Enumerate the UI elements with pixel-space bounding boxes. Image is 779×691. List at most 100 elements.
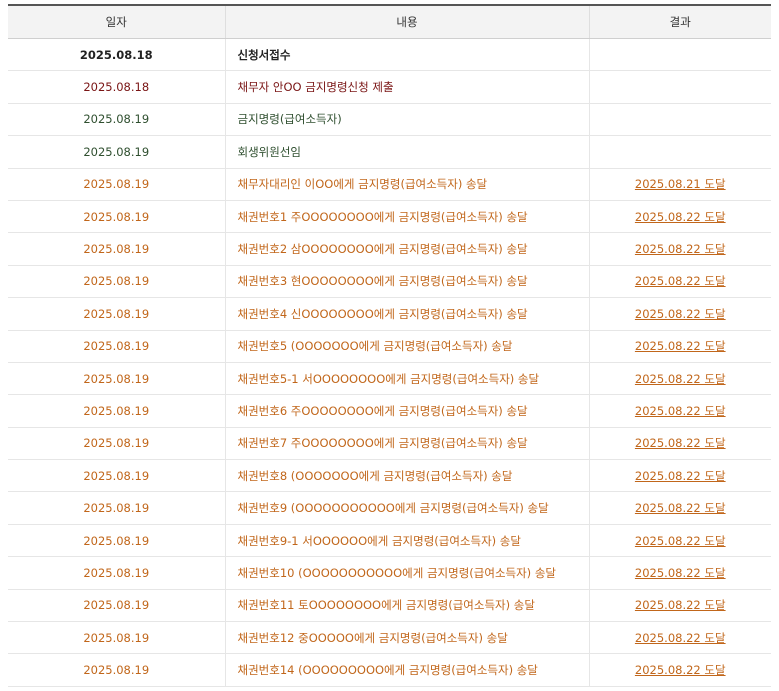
row-content: 회생위원선임 bbox=[224, 135, 589, 169]
row-result-cell: 2025.08.22 도달 bbox=[588, 394, 771, 428]
delivery-result-link[interactable]: 2025.08.22 도달 bbox=[635, 631, 726, 645]
delivery-result-link[interactable]: 2025.08.22 도달 bbox=[635, 404, 726, 418]
row-content: 채권번호1 주OOOOOOOO에게 금지명령(급여소득자) 송달 bbox=[224, 200, 589, 234]
row-date: 2025.08.19 bbox=[8, 135, 225, 169]
table-row: 2025.08.19 금지명령(급여소득자) bbox=[8, 103, 771, 137]
row-date: 2025.08.19 bbox=[8, 556, 225, 590]
row-content: 채무자대리인 이OO에게 금지명령(급여소득자) 송달 bbox=[224, 168, 589, 201]
row-content: 채권번호9-1 서OOOOOO에게 금지명령(급여소득자) 송달 bbox=[224, 524, 589, 558]
table-row: 2025.08.18 신청서접수 bbox=[8, 38, 771, 72]
row-result-cell: 2025.08.22 도달 bbox=[588, 330, 771, 363]
row-result-cell: 2025.08.22 도달 bbox=[588, 362, 771, 396]
row-date: 2025.08.18 bbox=[8, 38, 225, 72]
table-row: 2025.08.19 채권번호4 신OOOOOOOO에게 금지명령(급여소득자) … bbox=[8, 297, 771, 331]
row-date: 2025.08.19 bbox=[8, 362, 225, 396]
row-content: 채권번호9 (OOOOOOOOOOO에게 금지명령(급여소득자) 송달 bbox=[224, 491, 589, 525]
row-date: 2025.08.19 bbox=[8, 265, 225, 299]
delivery-result-link[interactable]: 2025.08.22 도달 bbox=[635, 566, 726, 580]
row-content: 채권번호2 삼OOOOOOOO에게 금지명령(급여소득자) 송달 bbox=[224, 232, 589, 266]
delivery-result-link[interactable]: 2025.08.22 도달 bbox=[635, 469, 726, 483]
delivery-result-link[interactable]: 2025.08.22 도달 bbox=[635, 501, 726, 515]
row-date: 2025.08.19 bbox=[8, 491, 225, 525]
delivery-result-link[interactable]: 2025.08.22 도달 bbox=[635, 598, 726, 612]
table-row: 2025.08.19 채권번호6 주OOOOOOOO에게 금지명령(급여소득자) … bbox=[8, 394, 771, 428]
row-date: 2025.08.19 bbox=[8, 589, 225, 623]
row-content: 채권번호3 현OOOOOOOO에게 금지명령(급여소득자) 송달 bbox=[224, 265, 589, 299]
row-date: 2025.08.19 bbox=[8, 621, 225, 655]
row-date: 2025.08.19 bbox=[8, 394, 225, 428]
header-result: 결과 bbox=[588, 4, 771, 39]
row-content: 채권번호8 (OOOOOOO에게 금지명령(급여소득자) 송달 bbox=[224, 459, 589, 493]
case-history-panel: 일자 내용 결과 2025.08.18 신청서접수 2025.08.18 채무자 안O… bbox=[8, 4, 771, 687]
delivery-result-link[interactable]: 2025.08.22 도달 bbox=[635, 242, 726, 256]
table-row: 2025.08.19 채권번호5-1 서OOOOOOOO에게 금지명령(급여소득자… bbox=[8, 362, 771, 396]
table-row: 2025.08.19 채권번호11 토OOOOOOOO에게 금지명령(급여소득자)… bbox=[8, 589, 771, 623]
row-result-cell: 2025.08.22 도달 bbox=[588, 427, 771, 461]
row-date: 2025.08.19 bbox=[8, 232, 225, 266]
header-date: 일자 bbox=[8, 4, 225, 39]
row-date: 2025.08.19 bbox=[8, 200, 225, 234]
row-date: 2025.08.19 bbox=[8, 653, 225, 687]
delivery-result-link[interactable]: 2025.08.22 도달 bbox=[635, 534, 726, 548]
table-row: 2025.08.19 채권번호5 (OOOOOOO에게 금지명령(급여소득자) 송… bbox=[8, 330, 771, 363]
row-result-cell bbox=[588, 38, 771, 72]
row-content: 채권번호12 중OOOOO에게 금지명령(급여소득자) 송달 bbox=[224, 621, 589, 655]
table-row: 2025.08.19 채권번호10 (OOOOOOOOOOO에게 금지명령(급여소… bbox=[8, 556, 771, 590]
row-result-cell: 2025.08.22 도달 bbox=[588, 297, 771, 331]
table-row: 2025.08.19 채권번호14 (OOOOOOOOO에게 금지명령(급여소득자… bbox=[8, 653, 771, 687]
row-date: 2025.08.19 bbox=[8, 168, 225, 201]
delivery-result-link[interactable]: 2025.08.22 도달 bbox=[635, 436, 726, 450]
row-result-cell: 2025.08.22 도달 bbox=[588, 621, 771, 655]
table-row: 2025.08.19 채권번호8 (OOOOOOO에게 금지명령(급여소득자) 송… bbox=[8, 459, 771, 493]
row-date: 2025.08.19 bbox=[8, 103, 225, 137]
header-row: 일자 내용 결과 bbox=[8, 4, 771, 39]
row-result-cell: 2025.08.21 도달 bbox=[588, 168, 771, 201]
row-content: 채권번호14 (OOOOOOOOO에게 금지명령(급여소득자) 송달 bbox=[224, 653, 589, 687]
row-content: 채권번호6 주OOOOOOOO에게 금지명령(급여소득자) 송달 bbox=[224, 394, 589, 428]
delivery-result-link[interactable]: 2025.08.22 도달 bbox=[635, 339, 726, 353]
table-row: 2025.08.19 채권번호1 주OOOOOOOO에게 금지명령(급여소득자) … bbox=[8, 200, 771, 234]
delivery-result-link[interactable]: 2025.08.21 도달 bbox=[635, 177, 726, 191]
table-row: 2025.08.19 채권번호12 중OOOOO에게 금지명령(급여소득자) 송달… bbox=[8, 621, 771, 655]
row-content: 채권번호7 주OOOOOOOO에게 금지명령(급여소득자) 송달 bbox=[224, 427, 589, 461]
row-result-cell bbox=[588, 103, 771, 137]
row-content: 채권번호10 (OOOOOOOOOOO에게 금지명령(급여소득자) 송달 bbox=[224, 556, 589, 590]
delivery-result-link[interactable]: 2025.08.22 도달 bbox=[635, 210, 726, 224]
row-result-cell: 2025.08.22 도달 bbox=[588, 556, 771, 590]
row-result-cell: 2025.08.22 도달 bbox=[588, 589, 771, 623]
header-content: 내용 bbox=[224, 4, 589, 39]
row-date: 2025.08.19 bbox=[8, 459, 225, 493]
delivery-result-link[interactable]: 2025.08.22 도달 bbox=[635, 307, 726, 321]
row-result-cell bbox=[588, 135, 771, 169]
row-content: 채권번호4 신OOOOOOOO에게 금지명령(급여소득자) 송달 bbox=[224, 297, 589, 331]
table-row: 2025.08.19 채권번호2 삼OOOOOOOO에게 금지명령(급여소득자) … bbox=[8, 232, 771, 266]
row-date: 2025.08.18 bbox=[8, 70, 225, 104]
table-header: 일자 내용 결과 bbox=[8, 4, 771, 39]
row-result-cell bbox=[588, 70, 771, 104]
row-content: 채권번호5-1 서OOOOOOOO에게 금지명령(급여소득자) 송달 bbox=[224, 362, 589, 396]
table-row: 2025.08.18 채무자 안OO 금지명령신청 제출 bbox=[8, 70, 771, 104]
row-date: 2025.08.19 bbox=[8, 297, 225, 331]
table-row: 2025.08.19 채권번호3 현OOOOOOOO에게 금지명령(급여소득자) … bbox=[8, 265, 771, 299]
row-result-cell: 2025.08.22 도달 bbox=[588, 200, 771, 234]
row-content: 채권번호11 토OOOOOOOO에게 금지명령(급여소득자) 송달 bbox=[224, 589, 589, 623]
row-result-cell: 2025.08.22 도달 bbox=[588, 653, 771, 687]
delivery-result-link[interactable]: 2025.08.22 도달 bbox=[635, 274, 726, 288]
row-result-cell: 2025.08.22 도달 bbox=[588, 232, 771, 266]
row-date: 2025.08.19 bbox=[8, 330, 225, 363]
case-history-table: 일자 내용 결과 2025.08.18 신청서접수 2025.08.18 채무자 안O… bbox=[8, 4, 771, 687]
table-row: 2025.08.19 회생위원선임 bbox=[8, 135, 771, 169]
row-content: 금지명령(급여소득자) bbox=[224, 103, 589, 137]
row-result-cell: 2025.08.22 도달 bbox=[588, 491, 771, 525]
table-row: 2025.08.19 채권번호9 (OOOOOOOOOOO에게 금지명령(급여소득… bbox=[8, 491, 771, 525]
row-content: 채권번호5 (OOOOOOO에게 금지명령(급여소득자) 송달 bbox=[224, 330, 589, 363]
row-content: 채무자 안OO 금지명령신청 제출 bbox=[224, 70, 589, 104]
delivery-result-link[interactable]: 2025.08.22 도달 bbox=[635, 372, 726, 386]
delivery-result-link[interactable]: 2025.08.22 도달 bbox=[635, 663, 726, 677]
table-body: 2025.08.18 신청서접수 2025.08.18 채무자 안OO 금지명령신청 … bbox=[8, 38, 771, 687]
row-result-cell: 2025.08.22 도달 bbox=[588, 524, 771, 558]
row-result-cell: 2025.08.22 도달 bbox=[588, 459, 771, 493]
row-content: 신청서접수 bbox=[224, 38, 589, 72]
row-date: 2025.08.19 bbox=[8, 427, 225, 461]
table-row: 2025.08.19 채무자대리인 이OO에게 금지명령(급여소득자) 송달 202… bbox=[8, 168, 771, 201]
